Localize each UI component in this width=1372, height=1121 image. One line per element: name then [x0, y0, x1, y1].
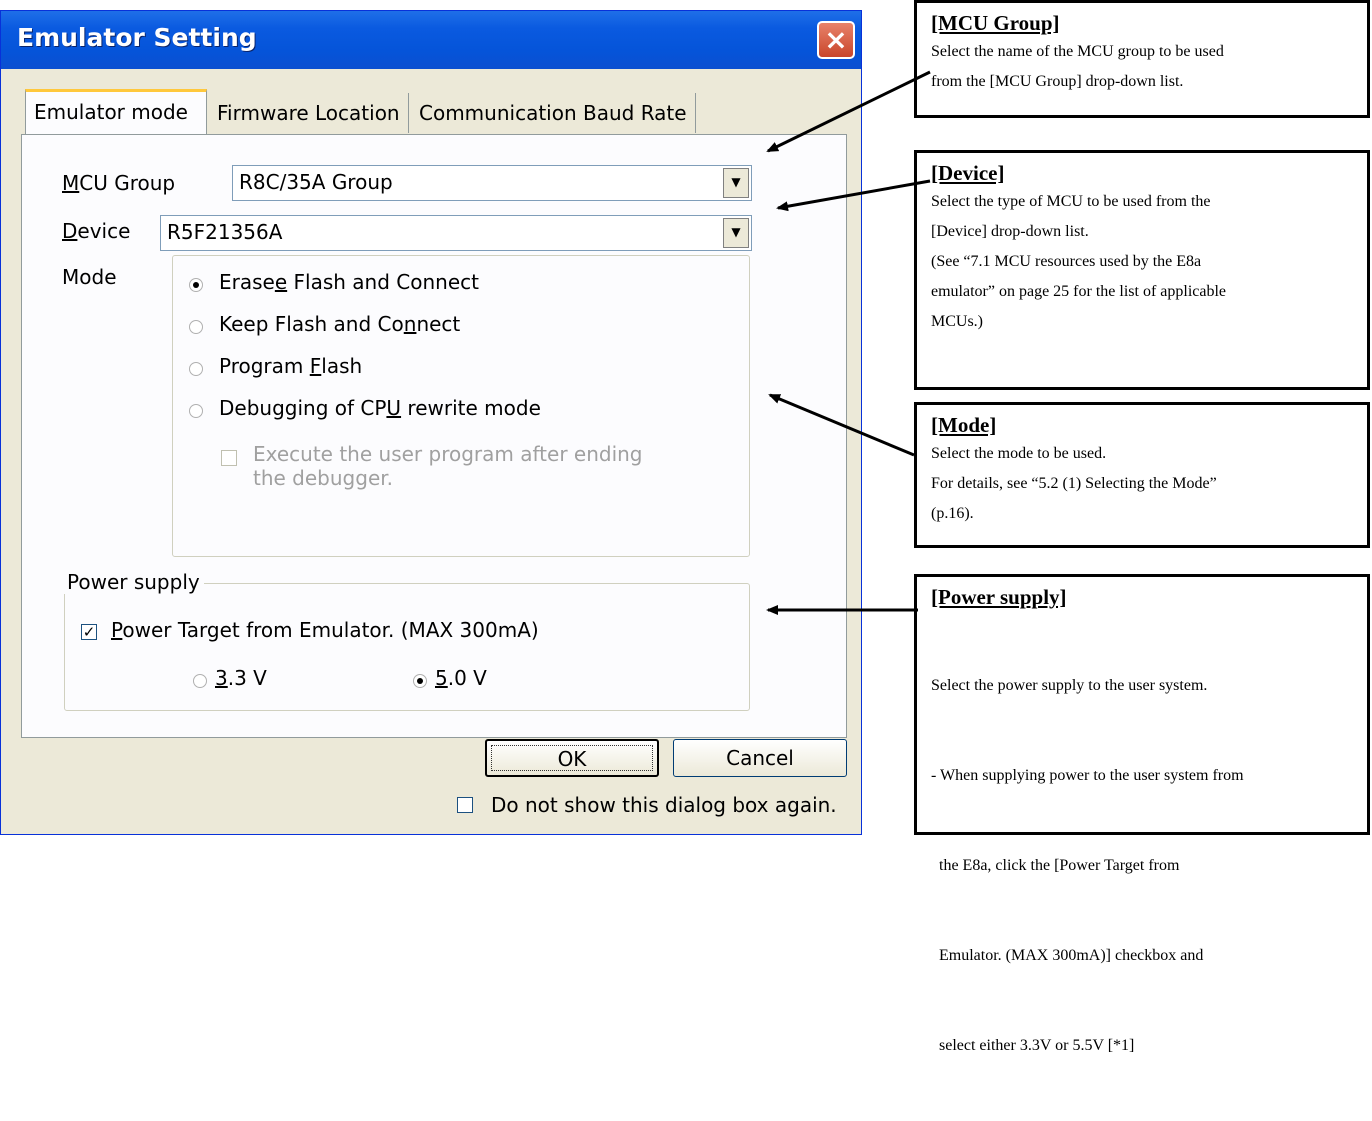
arrow-mcu-group: [766, 70, 931, 153]
arrow-mode: [768, 393, 915, 457]
callout-arrows: [766, 70, 931, 615]
arrow-device: [776, 179, 931, 212]
